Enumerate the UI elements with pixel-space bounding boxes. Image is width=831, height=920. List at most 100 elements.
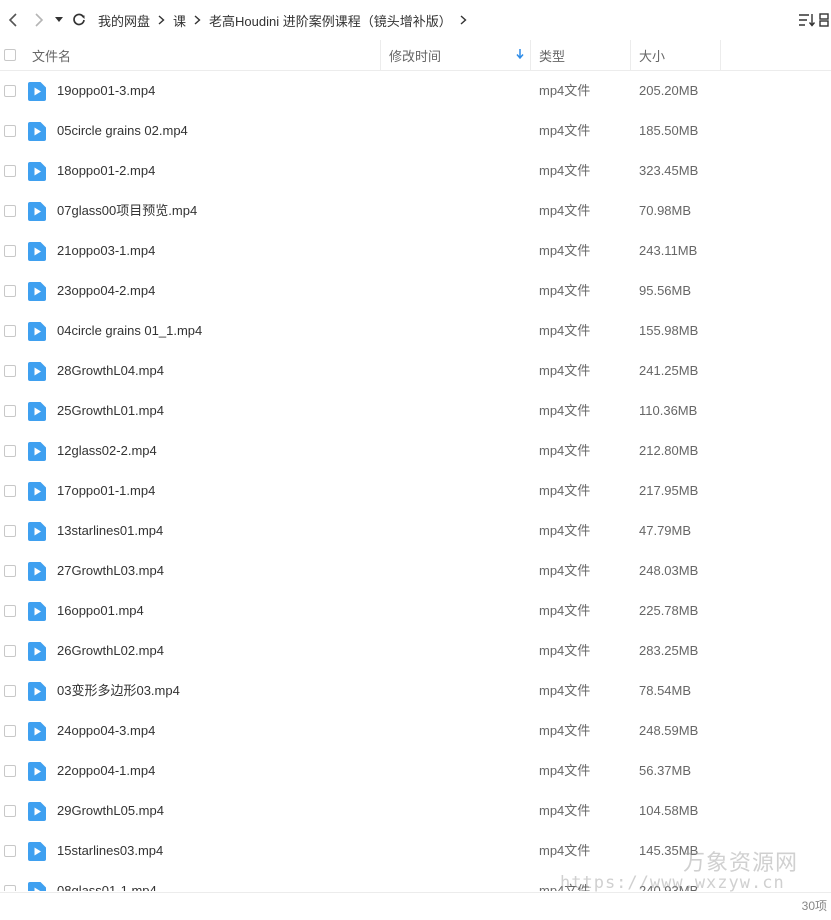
file-row[interactable]: 29GrowthL05.mp4 mp4文件 104.58MB	[0, 791, 831, 831]
file-size: 205.20MB	[639, 83, 699, 98]
file-row[interactable]: 13starlines01.mp4 mp4文件 47.79MB	[0, 511, 831, 551]
video-file-icon	[28, 362, 46, 381]
file-size: 78.54MB	[639, 683, 692, 698]
file-name[interactable]: 13starlines01.mp4	[57, 511, 163, 551]
back-button[interactable]	[0, 0, 26, 40]
list-header: 文件名 修改时间 类型 大小	[0, 40, 831, 71]
column-header-modified[interactable]: 修改时间	[381, 40, 531, 70]
file-size: 243.11MB	[639, 243, 698, 258]
video-file-icon	[28, 722, 46, 741]
file-name[interactable]: 12glass02-2.mp4	[57, 431, 157, 471]
breadcrumb-current-folder[interactable]: 老高Houdini 进阶案例课程（镜头增补版）	[209, 11, 452, 30]
column-header-type[interactable]: 类型	[531, 40, 631, 70]
sort-button[interactable]	[795, 0, 819, 40]
row-checkbox[interactable]	[4, 605, 16, 617]
file-name[interactable]: 15starlines03.mp4	[57, 831, 163, 871]
file-row[interactable]: 27GrowthL03.mp4 mp4文件 248.03MB	[0, 551, 831, 591]
file-row[interactable]: 25GrowthL01.mp4 mp4文件 110.36MB	[0, 391, 831, 431]
row-checkbox[interactable]	[4, 285, 16, 297]
file-type: mp4文件	[539, 123, 591, 138]
row-checkbox[interactable]	[4, 445, 16, 457]
file-row[interactable]: 26GrowthL02.mp4 mp4文件 283.25MB	[0, 631, 831, 671]
file-name[interactable]: 05circle grains 02.mp4	[57, 111, 188, 151]
file-row[interactable]: 17oppo01-1.mp4 mp4文件 217.95MB	[0, 471, 831, 511]
file-name[interactable]: 19oppo01-3.mp4	[57, 71, 155, 111]
row-checkbox[interactable]	[4, 245, 16, 257]
file-size: 145.35MB	[639, 843, 699, 858]
row-checkbox[interactable]	[4, 205, 16, 217]
column-header-size[interactable]: 大小	[631, 40, 721, 70]
row-checkbox[interactable]	[4, 125, 16, 137]
file-name[interactable]: 27GrowthL03.mp4	[57, 551, 164, 591]
file-type: mp4文件	[539, 83, 591, 98]
file-row[interactable]: 07glass00项目预览.mp4 mp4文件 70.98MB	[0, 191, 831, 231]
video-file-icon	[28, 442, 46, 461]
file-name[interactable]: 17oppo01-1.mp4	[57, 471, 155, 511]
file-name[interactable]: 08glass01-1.mp4	[57, 871, 157, 891]
file-type: mp4文件	[539, 163, 591, 178]
file-name[interactable]: 24oppo04-3.mp4	[57, 711, 155, 751]
file-type: mp4文件	[539, 603, 591, 618]
row-checkbox[interactable]	[4, 725, 16, 737]
row-checkbox[interactable]	[4, 325, 16, 337]
file-name[interactable]: 18oppo01-2.mp4	[57, 151, 155, 191]
file-name[interactable]: 26GrowthL02.mp4	[57, 631, 164, 671]
file-name[interactable]: 21oppo03-1.mp4	[57, 231, 155, 271]
video-file-icon	[28, 682, 46, 701]
file-type: mp4文件	[539, 323, 591, 338]
row-checkbox[interactable]	[4, 845, 16, 857]
file-row[interactable]: 24oppo04-3.mp4 mp4文件 248.59MB	[0, 711, 831, 751]
file-row[interactable]: 28GrowthL04.mp4 mp4文件 241.25MB	[0, 351, 831, 391]
row-checkbox[interactable]	[4, 405, 16, 417]
row-checkbox[interactable]	[4, 85, 16, 97]
row-checkbox[interactable]	[4, 365, 16, 377]
file-type: mp4文件	[539, 763, 591, 778]
forward-button[interactable]	[26, 0, 52, 40]
row-checkbox[interactable]	[4, 525, 16, 537]
row-checkbox[interactable]	[4, 805, 16, 817]
row-checkbox[interactable]	[4, 565, 16, 577]
column-header-name[interactable]: 文件名	[24, 40, 381, 70]
row-checkbox[interactable]	[4, 165, 16, 177]
file-row[interactable]: 12glass02-2.mp4 mp4文件 212.80MB	[0, 431, 831, 471]
file-row[interactable]: 21oppo03-1.mp4 mp4文件 243.11MB	[0, 231, 831, 271]
file-size: 56.37MB	[639, 763, 692, 778]
row-checkbox[interactable]	[4, 685, 16, 697]
select-all-checkbox[interactable]	[4, 49, 16, 61]
file-row[interactable]: 03变形多边形03.mp4 mp4文件 78.54MB	[0, 671, 831, 711]
file-row[interactable]: 16oppo01.mp4 mp4文件 225.78MB	[0, 591, 831, 631]
row-checkbox[interactable]	[4, 765, 16, 777]
history-dropdown-button[interactable]	[52, 0, 66, 40]
file-row[interactable]: 18oppo01-2.mp4 mp4文件 323.45MB	[0, 151, 831, 191]
video-file-icon	[28, 122, 46, 141]
sort-down-arrow-icon	[516, 48, 524, 62]
file-row[interactable]: 22oppo04-1.mp4 mp4文件 56.37MB	[0, 751, 831, 791]
file-name[interactable]: 25GrowthL01.mp4	[57, 391, 164, 431]
file-name[interactable]: 28GrowthL04.mp4	[57, 351, 164, 391]
file-name[interactable]: 07glass00项目预览.mp4	[57, 191, 197, 231]
file-row[interactable]: 19oppo01-3.mp4 mp4文件 205.20MB	[0, 71, 831, 111]
view-mode-button[interactable]	[819, 0, 831, 40]
breadcrumb-course[interactable]: 课	[173, 11, 186, 30]
refresh-button[interactable]	[66, 0, 92, 40]
row-checkbox[interactable]	[4, 485, 16, 497]
toolbar-right	[795, 0, 831, 40]
breadcrumb-my-drive[interactable]: 我的网盘	[98, 11, 150, 30]
status-bar: 30项	[0, 892, 831, 920]
row-checkbox[interactable]	[4, 645, 16, 657]
file-row[interactable]: 15starlines03.mp4 mp4文件 145.35MB	[0, 831, 831, 871]
row-checkbox[interactable]	[4, 885, 16, 891]
file-name[interactable]: 04circle grains 01_1.mp4	[57, 311, 202, 351]
file-row[interactable]: 04circle grains 01_1.mp4 mp4文件 155.98MB	[0, 311, 831, 351]
file-row[interactable]: 08glass01-1.mp4 mp4文件 240.93MB	[0, 871, 831, 891]
file-name[interactable]: 03变形多边形03.mp4	[57, 671, 180, 711]
file-name[interactable]: 23oppo04-2.mp4	[57, 271, 155, 311]
chevron-right-icon[interactable]	[460, 15, 467, 25]
file-name[interactable]: 29GrowthL05.mp4	[57, 791, 164, 831]
file-row[interactable]: 23oppo04-2.mp4 mp4文件 95.56MB	[0, 271, 831, 311]
file-type: mp4文件	[539, 803, 591, 818]
file-row[interactable]: 05circle grains 02.mp4 mp4文件 185.50MB	[0, 111, 831, 151]
file-name[interactable]: 22oppo04-1.mp4	[57, 751, 155, 791]
file-name[interactable]: 16oppo01.mp4	[57, 591, 144, 631]
refresh-icon	[73, 13, 85, 26]
